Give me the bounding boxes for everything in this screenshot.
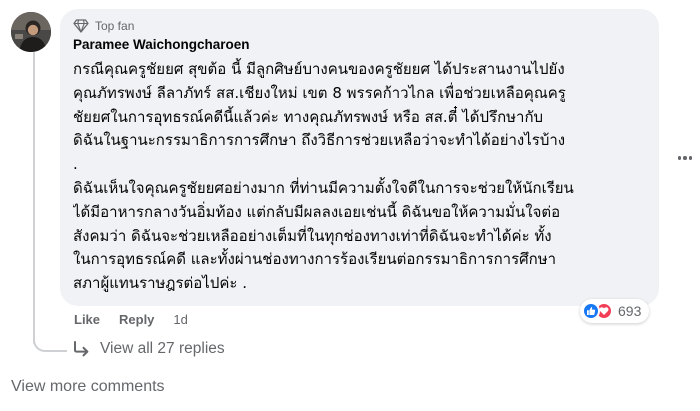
more-options-icon[interactable] <box>675 148 695 168</box>
comment-text-line: สังคมว่า ดิฉันจะช่วยเหลืออย่างเต็มที่ในท… <box>73 226 552 245</box>
avatar-image <box>11 12 51 52</box>
reactions-summary[interactable]: 693 <box>580 299 650 323</box>
diamond-icon <box>73 19 89 33</box>
avatar[interactable] <box>11 12 51 52</box>
dot <box>677 156 682 160</box>
comment-text-line: สภาผู้แทนราษฎรต่อไปค่ะ . <box>73 274 248 293</box>
view-more-comments-link[interactable]: View more comments <box>11 378 165 396</box>
like-button[interactable]: Like <box>74 312 100 327</box>
comment-text: กรณีคุณครูชัยยศ สุขต้อ นี้ มีลูกศิษย์บาง… <box>73 58 653 296</box>
comment-text-line: ได้มีอาหารกลางวันอิ่มท้อง แต่กลับมีผลลงเ… <box>73 202 561 221</box>
top-fan-badge: Top fan <box>73 17 134 35</box>
comment-actions: Like Reply 1d <box>74 312 188 327</box>
thread-connector <box>33 330 67 352</box>
dot <box>683 156 687 160</box>
comment-timestamp[interactable]: 1d <box>173 312 187 327</box>
like-icon <box>582 302 600 320</box>
comment-text-line: ชัยยศในการอุทธรณ์คดีนี้แล้วค่ะ ทางคุณภัท… <box>73 107 544 126</box>
dot <box>688 156 693 160</box>
comment-text-line: คุณภัทรพงษ์ ลีลาภัทร์ สส.เชียงใหม่ เขต 8… <box>73 83 566 102</box>
comment-text-line: ดิฉันเห็นใจคุณครูชัยยศอย่างมาก ที่ท่านมี… <box>73 178 574 197</box>
comment-text-line: ในการอุทธรณ์คดี และทั้งผ่านช่องทางการร้อ… <box>73 250 557 269</box>
view-all-replies-label: View all 27 replies <box>100 340 225 357</box>
view-all-replies-link[interactable]: View all 27 replies <box>73 340 225 358</box>
comment-text-line: กรณีคุณครูชัยยศ สุขต้อ นี้ มีลูกศิษย์บาง… <box>73 60 565 78</box>
reply-arrow-icon <box>74 341 89 357</box>
comment-text-line: . <box>73 155 78 174</box>
top-fan-label: Top fan <box>95 19 135 33</box>
reply-button[interactable]: Reply <box>119 312 154 327</box>
reaction-count: 693 <box>618 303 642 319</box>
comment-text-line: ดิฉันในฐานะกรรมาธิการการศึกษา ถึงวิธีการ… <box>73 131 566 150</box>
thread-line <box>33 52 35 344</box>
comment-author-name[interactable]: Paramee Waichongcharoen <box>73 37 250 52</box>
